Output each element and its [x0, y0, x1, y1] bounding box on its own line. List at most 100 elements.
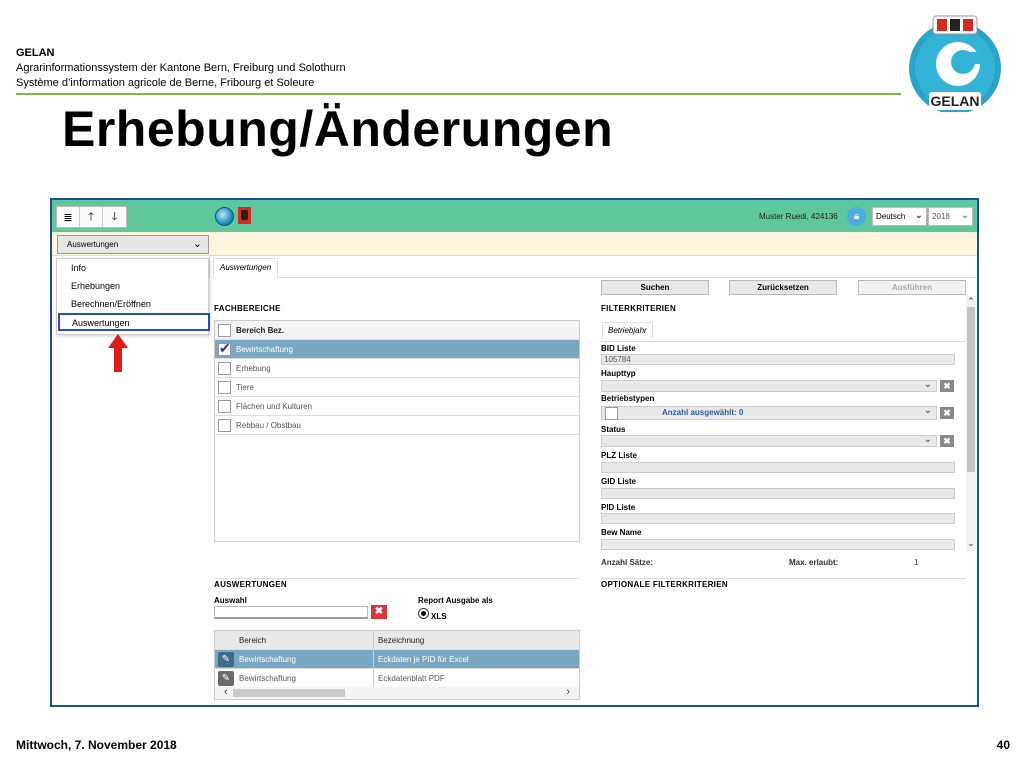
module-menu: Info Erhebungen Berechnen/Eröffnen Auswe… — [56, 258, 210, 335]
table-row[interactable]: Bewirtschaftung — [215, 340, 579, 359]
arrow-down-icon[interactable]: 🡓 — [103, 207, 126, 227]
clear-haupttyp-button[interactable]: ✖ — [940, 380, 954, 392]
menu-item-auswertungen[interactable]: Auswertungen — [58, 313, 210, 331]
edit-pencil-icon[interactable]: ✎ — [218, 651, 234, 667]
betriebstypen-checkbox[interactable] — [605, 407, 618, 420]
pid-field[interactable] — [601, 513, 955, 524]
table-row[interactable]: ✎ Bewirtschaftung Eckdatenblatt PDF — [215, 669, 579, 688]
auswahl-label: Auswahl — [214, 596, 247, 605]
auswertungen-grid: Bereich Bezeichnung ✎ Bewirtschaftung Ec… — [214, 630, 580, 700]
filter-tab-bar: Betriebjahr — [601, 320, 966, 342]
chevron-right-icon[interactable]: › — [566, 686, 570, 698]
select-all-checkbox[interactable] — [218, 323, 231, 337]
list-menu-icon[interactable]: ≣ — [57, 207, 80, 227]
reset-button[interactable]: Zurücksetzen — [729, 280, 837, 295]
scrollbar-thumb[interactable] — [967, 307, 975, 472]
table-row[interactable]: Tiere — [215, 378, 579, 397]
table-row[interactable]: ✎ Bewirtschaftung Eckdaten je PID für Ex… — [215, 650, 579, 669]
chevron-up-icon[interactable]: ⌃ — [966, 296, 976, 307]
row-checkbox[interactable] — [218, 399, 231, 413]
header-spacer — [215, 631, 237, 649]
filter-title: Filterkriterien — [601, 304, 677, 313]
arrow-up-icon[interactable]: 🡑 — [80, 207, 103, 227]
auswertungen-title: Auswertungen — [214, 580, 287, 589]
max-erlaubt-value: 1 — [914, 558, 919, 567]
module-select[interactable]: Auswertungen ⌄ — [57, 235, 209, 254]
edit-pencil-icon[interactable]: ✎ — [218, 670, 234, 686]
auswahl-input[interactable] — [214, 606, 368, 619]
cell-bezeichnung: Eckdaten je PID für Excel — [378, 654, 469, 664]
chevron-down-icon[interactable]: ⌄ — [966, 538, 976, 549]
pane-divider — [209, 256, 210, 278]
run-button[interactable]: Ausführen — [858, 280, 966, 295]
status-select[interactable]: ⌄ — [601, 434, 937, 447]
tab-bar: Auswertungen — [212, 258, 977, 278]
red-arrow-up-icon — [108, 334, 128, 372]
row-checkbox[interactable] — [218, 340, 231, 357]
section-divider — [601, 578, 966, 579]
menu-item-berechnen[interactable]: Berechnen/Eröffnen — [57, 295, 208, 313]
betriebstypen-count: Anzahl ausgewählt: 0 — [662, 408, 744, 417]
header-divider — [16, 93, 901, 95]
row-checkbox[interactable] — [218, 418, 231, 432]
bid-label: BID Liste — [601, 344, 636, 353]
menu-item-info[interactable]: Info — [57, 259, 208, 277]
chevron-left-icon[interactable]: ‹ — [224, 686, 228, 698]
globe-icon[interactable] — [215, 207, 234, 226]
table-row[interactable]: Flächen und Kulturen — [215, 397, 579, 416]
grid-header: Bereich Bez. — [215, 321, 579, 340]
clear-auswahl-button[interactable]: ✖ — [371, 605, 387, 619]
anzahl-saetze-label: Anzahl Sätze: — [601, 558, 654, 567]
tab-betriebjahr[interactable]: Betriebjahr — [602, 322, 653, 339]
page-number: 40 — [996, 738, 1010, 752]
page-title: Erhebung/Änderungen — [62, 101, 614, 157]
app-window: ≣ 🡑 🡓 Muster Ruedi, 424136 🔒︎ Deutsch ⌄ … — [50, 198, 979, 707]
chevron-down-icon: ⌄ — [192, 238, 202, 250]
module-bar: Auswertungen ⌄ — [52, 232, 977, 256]
user-name: Muster Ruedi, 424136 — [759, 212, 838, 221]
footer-date: Mittwoch, 7. November 2018 — [16, 738, 177, 752]
module-select-value: Auswertungen — [67, 240, 119, 249]
language-select[interactable]: Deutsch ⌄ — [872, 207, 927, 226]
report-output-label: Report Ausgabe als — [418, 596, 493, 605]
betriebstypen-label: Betriebstypen — [601, 394, 655, 403]
xls-radio[interactable] — [418, 608, 429, 619]
menu-item-erhebungen[interactable]: Erhebungen — [57, 277, 208, 295]
scrollbar-thumb[interactable] — [233, 689, 345, 697]
tab-auswertungen[interactable]: Auswertungen — [213, 258, 279, 278]
table-row[interactable]: Rebbau / Obstbau — [215, 416, 579, 435]
betriebstypen-select[interactable]: Anzahl ausgewählt: 0 ⌄ — [601, 405, 937, 420]
section-divider — [214, 578, 580, 579]
gid-field[interactable] — [601, 488, 955, 499]
search-button[interactable]: Suchen — [601, 280, 709, 295]
bew-name-field[interactable] — [601, 539, 955, 550]
chevron-down-icon: ⌄ — [960, 210, 969, 221]
row-label: Rebbau / Obstbau — [236, 420, 301, 430]
column-header-bereich: Bereich Bez. — [236, 325, 285, 335]
table-row[interactable]: Erhebung — [215, 359, 579, 378]
row-checkbox[interactable] — [218, 361, 231, 375]
horizontal-scrollbar[interactable]: ‹ › — [215, 686, 579, 699]
chevron-down-icon: ⌄ — [923, 379, 932, 390]
year-select[interactable]: 2018 ⌄ — [928, 207, 973, 226]
org-line-de: Agrarinformationssystem der Kantone Bern… — [16, 62, 346, 74]
fachbereiche-grid: Bereich Bez. Bewirtschaftung Erhebung Ti… — [214, 320, 580, 542]
row-label: Erhebung — [236, 363, 271, 373]
user-lock-icon[interactable]: 🔒︎ — [847, 207, 866, 226]
row-checkbox[interactable] — [218, 380, 231, 394]
bid-field[interactable]: 105784 — [601, 354, 955, 365]
clear-betriebstypen-button[interactable]: ✖ — [940, 407, 954, 419]
status-label: Status — [601, 425, 626, 434]
org-header: GELAN Agrarinformationssystem der Kanton… — [16, 46, 346, 91]
org-line-fr: Système d’information agricole de Berne,… — [16, 77, 315, 89]
column-header-bezeichnung: Bezeichnung — [378, 635, 425, 645]
haupttyp-select[interactable]: ⌄ — [601, 379, 937, 392]
chevron-down-icon: ⌄ — [923, 405, 932, 416]
filter-scrollbar[interactable]: ⌃ ⌄ — [966, 296, 976, 551]
clear-status-button[interactable]: ✖ — [940, 435, 954, 447]
year-value: 2018 — [932, 212, 950, 221]
bew-name-label: Bew Name — [601, 528, 642, 537]
plz-field[interactable] — [601, 462, 955, 473]
gid-label: GID Liste — [601, 477, 637, 486]
top-bar: ≣ 🡑 🡓 Muster Ruedi, 424136 🔒︎ Deutsch ⌄ … — [52, 200, 977, 232]
